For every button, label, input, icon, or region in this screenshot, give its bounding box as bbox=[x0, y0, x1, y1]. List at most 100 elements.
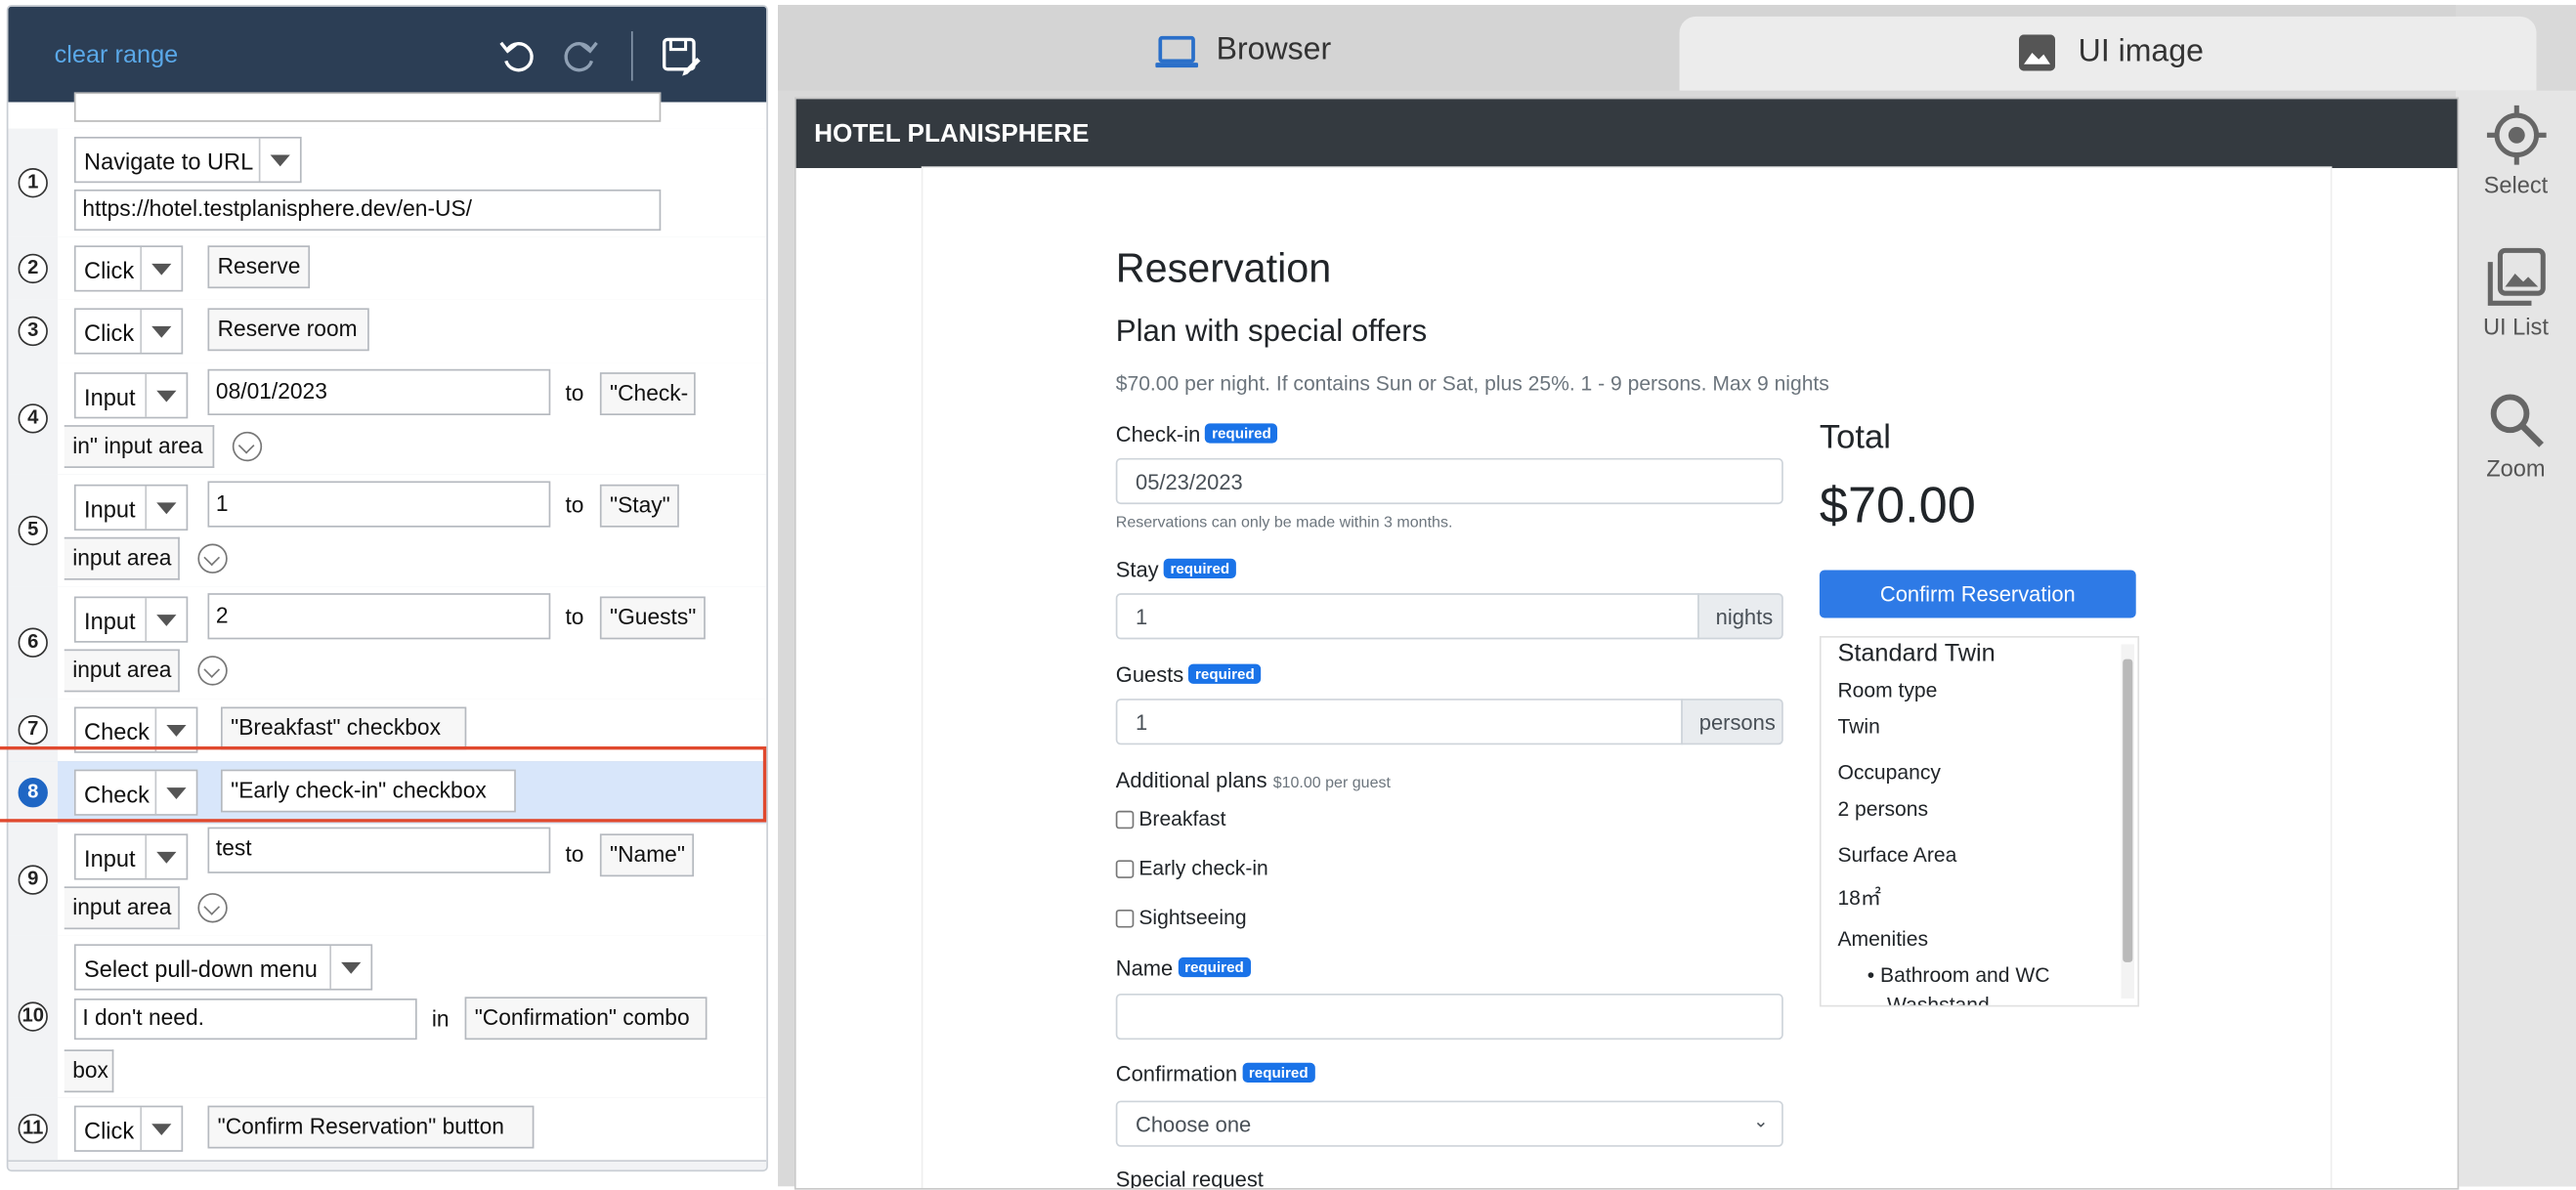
target-chip[interactable]: "Confirm Reservation" button bbox=[207, 1105, 535, 1149]
to-label: to bbox=[565, 604, 584, 630]
value-input[interactable]: test bbox=[207, 827, 551, 873]
redo-icon[interactable] bbox=[559, 34, 602, 77]
value-input[interactable]: 08/01/2023 bbox=[207, 368, 551, 415]
ui-image-viewport[interactable]: HOTEL PLANISPHERE Reservation Plan with … bbox=[794, 97, 2460, 1190]
required-badge: required bbox=[1178, 956, 1251, 978]
target-chip-b[interactable]: input area bbox=[64, 649, 180, 693]
checkin-input[interactable]: 05/23/2023 bbox=[1115, 457, 1783, 505]
target-chip[interactable]: "Breakfast" checkbox bbox=[220, 706, 467, 750]
value-input[interactable]: 1 bbox=[207, 481, 551, 528]
target-chip[interactable]: Reserve bbox=[207, 245, 311, 289]
crosshair-icon bbox=[2486, 105, 2546, 165]
save-edit-icon[interactable] bbox=[660, 34, 703, 77]
breakfast-checkbox[interactable] bbox=[1115, 810, 1135, 829]
step-row-5[interactable]: 5 Input 1 to "Stay" input area bbox=[8, 474, 767, 589]
action-select[interactable]: Input bbox=[73, 833, 189, 880]
chevron-down-icon bbox=[140, 310, 181, 353]
required-badge: required bbox=[1163, 558, 1236, 578]
tab-browser[interactable]: Browser bbox=[778, 15, 1676, 87]
amenities-label: Amenities bbox=[1837, 927, 1929, 952]
step-number: 1 bbox=[18, 168, 48, 198]
undo-icon[interactable] bbox=[496, 34, 539, 77]
sightseeing-checkbox[interactable] bbox=[1115, 909, 1135, 928]
action-select[interactable]: Navigate to URL bbox=[73, 136, 302, 184]
target-chip-b[interactable]: input area bbox=[64, 536, 180, 580]
room-card-scrollbar[interactable] bbox=[2121, 644, 2135, 999]
target-chip-b[interactable]: in" input area bbox=[64, 425, 215, 468]
action-select[interactable]: Input bbox=[73, 596, 189, 643]
target-chip-b[interactable]: input area bbox=[64, 886, 180, 930]
target-chip[interactable]: "Early check-in" checkbox bbox=[220, 769, 516, 813]
action-select[interactable]: Select pull-down menu bbox=[73, 944, 373, 991]
target-chip[interactable]: Reserve room bbox=[207, 308, 369, 352]
step-row-1[interactable]: 1 Navigate to URL https://hotel.testplan… bbox=[8, 128, 767, 239]
stay-unit: nights bbox=[1697, 593, 1783, 640]
action-select[interactable]: Click bbox=[73, 308, 184, 355]
image-icon bbox=[2018, 34, 2056, 71]
step-number: 10 bbox=[18, 1001, 48, 1032]
action-select[interactable]: Input bbox=[73, 484, 189, 531]
required-badge: required bbox=[1188, 663, 1262, 684]
select-tool[interactable]: Select bbox=[2456, 104, 2576, 197]
target-chip-a[interactable]: "Guests" bbox=[599, 596, 706, 640]
tab-ui-image[interactable]: UI image bbox=[1679, 16, 2537, 91]
name-input[interactable] bbox=[1115, 993, 1783, 1041]
target-chip-b[interactable]: box bbox=[64, 1049, 114, 1093]
tab-ui-image-label: UI image bbox=[2078, 34, 2204, 69]
step-row-2[interactable]: 2 Click Reserve bbox=[8, 236, 767, 302]
guests-input[interactable]: 1 bbox=[1115, 699, 1683, 745]
clear-range-link[interactable]: clear range bbox=[55, 41, 179, 69]
step-number: 9 bbox=[18, 865, 48, 895]
stay-label: Stay required bbox=[1116, 557, 1236, 581]
url-input[interactable]: https://hotel.testplanisphere.dev/en-US/ bbox=[73, 189, 662, 232]
expand-icon[interactable] bbox=[197, 893, 228, 923]
step-row-3[interactable]: 3 Click Reserve room bbox=[8, 299, 767, 364]
name-label: Name required bbox=[1116, 956, 1251, 980]
step-row-4[interactable]: 4 Input 08/01/2023 to "Check- in" input … bbox=[8, 362, 767, 477]
target-chip-a[interactable]: "Confirmation" combo bbox=[464, 997, 708, 1041]
expand-icon[interactable] bbox=[197, 543, 228, 574]
early-checkin-checkbox[interactable] bbox=[1115, 860, 1135, 878]
site-brand[interactable]: HOTEL PLANISPHERE bbox=[814, 120, 1089, 149]
chevron-down-icon bbox=[140, 246, 181, 290]
step-row-8[interactable]: 8 Check "Early check-in" checkbox bbox=[8, 761, 767, 826]
expand-icon[interactable] bbox=[232, 431, 263, 462]
expand-icon[interactable] bbox=[197, 656, 228, 686]
step-row-10[interactable]: 10 Select pull-down menu I don't need. i… bbox=[8, 935, 767, 1099]
surface-area-value: 18㎡ bbox=[1837, 886, 1881, 910]
value-input[interactable]: I don't need. bbox=[73, 999, 417, 1041]
target-chip-a[interactable]: "Name" bbox=[599, 833, 695, 877]
tab-bar: Browser UI image bbox=[778, 5, 2537, 91]
value-input[interactable]: 2 bbox=[207, 593, 551, 640]
step-row-9[interactable]: 9 Input test to "Name" input area bbox=[8, 824, 767, 938]
checkin-help: Reservations can only be made within 3 m… bbox=[1115, 514, 1453, 532]
room-type-label: Room type bbox=[1837, 678, 1938, 702]
step-number: 5 bbox=[18, 515, 48, 546]
confirmation-select[interactable]: Choose one ⌄ bbox=[1115, 1100, 1783, 1147]
target-chip-a[interactable]: "Stay" bbox=[599, 484, 679, 528]
action-select[interactable]: Click bbox=[73, 1105, 184, 1152]
action-select[interactable]: Input bbox=[73, 372, 189, 419]
step-row-6[interactable]: 6 Input 2 to "Guests" input area bbox=[8, 586, 767, 701]
ui-list-label: UI List bbox=[2482, 313, 2549, 340]
total-label: Total bbox=[1819, 418, 1891, 457]
guests-unit: persons bbox=[1681, 699, 1783, 745]
preview-panel: Browser UI image Select UI List Zoom HOT… bbox=[778, 5, 2576, 1190]
total-value: $70.00 bbox=[1819, 476, 1976, 534]
target-chip-a[interactable]: "Check- bbox=[599, 372, 696, 415]
confirm-reservation-button[interactable]: Confirm Reservation bbox=[1819, 570, 2136, 618]
action-select[interactable]: Check bbox=[73, 769, 198, 816]
step-number: 4 bbox=[18, 404, 48, 434]
step-number: 2 bbox=[18, 253, 48, 284]
zoom-tool[interactable]: Zoom bbox=[2456, 391, 2576, 481]
step-row-11[interactable]: 11 Click "Confirm Reservation" button bbox=[8, 1097, 767, 1162]
stay-input[interactable]: 1 bbox=[1115, 593, 1699, 640]
ui-list-tool[interactable]: UI List bbox=[2456, 245, 2576, 339]
action-select[interactable]: Click bbox=[73, 245, 184, 292]
step-number: 6 bbox=[18, 627, 48, 658]
step-editor-panel: clear range 1 Navigate to URL https://ho… bbox=[6, 5, 768, 1172]
step-number: 7 bbox=[18, 714, 48, 745]
amenity-item: • Bathroom and WC bbox=[1867, 963, 2050, 988]
step-row-7[interactable]: 7 Check "Breakfast" checkbox bbox=[8, 699, 767, 763]
action-select[interactable]: Check bbox=[73, 706, 198, 753]
